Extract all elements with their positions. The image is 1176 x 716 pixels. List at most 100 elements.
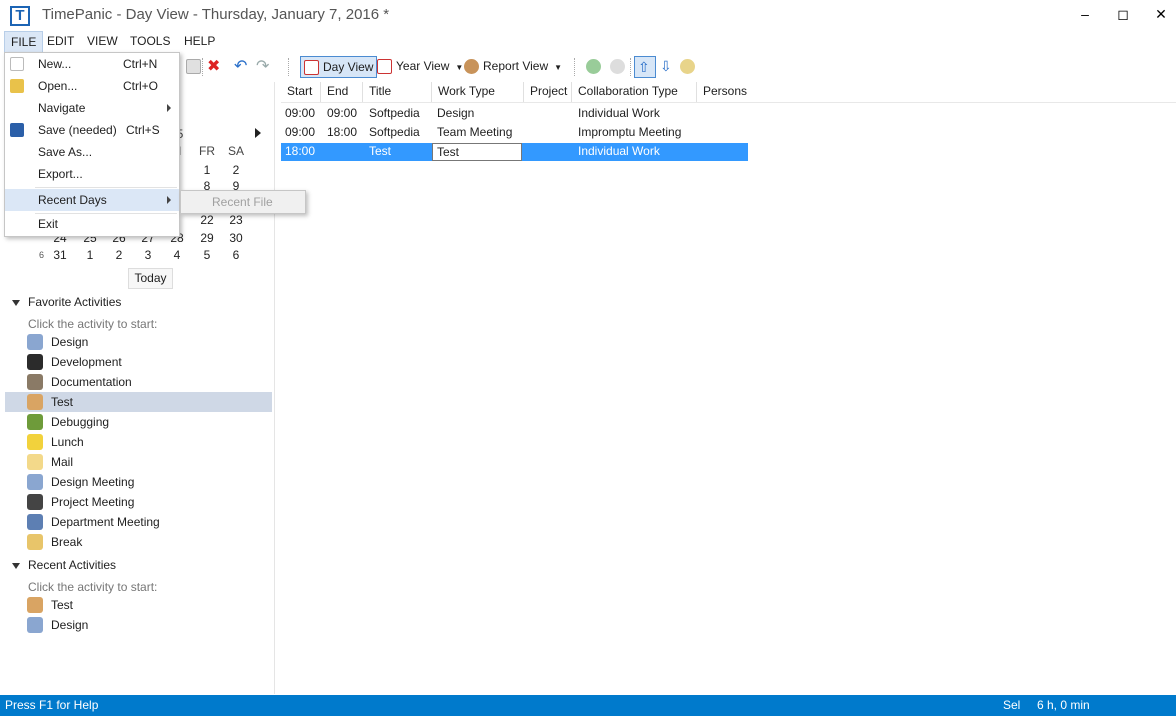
cell-start[interactable]: 09:00 xyxy=(281,104,315,123)
chevron-down-icon[interactable]: ▼ xyxy=(554,63,562,72)
cell-project[interactable] xyxy=(526,104,530,123)
column-header-project[interactable]: Project xyxy=(524,82,572,102)
calendar-day[interactable]: 6 xyxy=(222,248,250,262)
column-header-persons[interactable]: Persons xyxy=(697,82,777,102)
activity-label: Design xyxy=(51,618,89,632)
menu-view[interactable]: VIEW xyxy=(81,31,124,52)
column-header-start[interactable]: Start xyxy=(281,82,321,102)
day-view-button[interactable]: Day View xyxy=(300,56,378,78)
calendar-day[interactable]: 22 xyxy=(193,213,221,227)
submenu-arrow-icon xyxy=(167,104,171,112)
day-view-label: Day View xyxy=(323,60,374,74)
recent-file-item[interactable]: Recent File xyxy=(212,195,273,209)
activity-label: Lunch xyxy=(51,435,84,449)
favorite-activities-header[interactable]: Favorite Activities xyxy=(12,295,121,309)
cell-collaboration[interactable]: Individual Work xyxy=(574,142,660,161)
activity-test[interactable]: Test xyxy=(5,392,272,412)
activity-break[interactable]: Break xyxy=(5,532,272,552)
cell-start[interactable]: 09:00 xyxy=(281,123,315,142)
activity-design-meeting[interactable]: Design Meeting xyxy=(5,472,272,492)
calendar-day[interactable]: 2 xyxy=(105,248,133,262)
activity-mail[interactable]: Mail xyxy=(5,452,272,472)
app-icon: T xyxy=(10,6,30,26)
year-view-button[interactable]: Year View ▼ xyxy=(377,56,463,78)
split-icon[interactable] xyxy=(680,56,699,78)
cell-end[interactable]: 18:00 xyxy=(323,123,357,142)
recent-days-submenu: Recent File xyxy=(180,190,306,214)
calendar-day[interactable]: 31 xyxy=(46,248,74,262)
activity-design[interactable]: Design xyxy=(5,332,272,352)
menu-export[interactable]: Export... xyxy=(5,163,179,185)
menu-save-as[interactable]: Save As... xyxy=(5,141,179,163)
activity-debugging[interactable]: Debugging xyxy=(5,412,272,432)
calendar-day[interactable]: 1 xyxy=(76,248,104,262)
link-icon[interactable] xyxy=(610,56,629,78)
undo-icon[interactable]: ↶ xyxy=(234,56,253,78)
menu-save-shortcut: Ctrl+S xyxy=(126,123,160,137)
cell-collaboration[interactable]: Impromptu Meeting xyxy=(574,123,681,142)
add-activity-icon[interactable] xyxy=(586,56,605,78)
column-header-collaboration-type[interactable]: Collaboration Type xyxy=(572,82,697,102)
calendar-day[interactable]: 3 xyxy=(134,248,162,262)
cell-work-type[interactable]: Design xyxy=(433,104,474,123)
activity-department-meeting[interactable]: Department Meeting xyxy=(5,512,272,532)
menu-export-label: Export... xyxy=(38,167,83,181)
calendar-day[interactable]: 4 xyxy=(163,248,191,262)
menu-tools[interactable]: TOOLS xyxy=(124,31,176,52)
design-icon xyxy=(27,617,43,633)
status-mode: Sel xyxy=(1003,698,1021,712)
chevron-down-icon[interactable]: ▼ xyxy=(455,63,463,72)
report-view-button[interactable]: Report View ▼ xyxy=(464,56,562,78)
menu-new[interactable]: New... Ctrl+N xyxy=(5,53,179,75)
menu-navigate[interactable]: Navigate xyxy=(5,97,179,119)
activity-documentation[interactable]: Documentation xyxy=(5,372,272,392)
menu-edit[interactable]: EDIT xyxy=(41,31,80,52)
activity-lunch[interactable]: Lunch xyxy=(5,432,272,452)
collapse-triangle-icon xyxy=(12,562,20,569)
cell-start[interactable]: 18:00 xyxy=(281,142,315,161)
project-meeting-icon xyxy=(27,494,43,510)
favorites-hint: Click the activity to start: xyxy=(28,317,158,331)
work-type-edit-field[interactable]: Test xyxy=(432,143,522,161)
submenu-arrow-icon xyxy=(167,196,171,204)
cell-end[interactable]: 09:00 xyxy=(323,104,357,123)
cell-title[interactable]: Softpedia xyxy=(365,123,420,142)
calendar-day[interactable]: 30 xyxy=(222,231,250,245)
cell-collaboration[interactable]: Individual Work xyxy=(574,104,660,123)
calendar-day[interactable]: 1 xyxy=(193,163,221,177)
calendar-day[interactable]: 23 xyxy=(222,213,250,227)
menu-open[interactable]: Open... Ctrl+O xyxy=(5,75,179,97)
menu-exit[interactable]: Exit xyxy=(5,213,179,235)
activity-test[interactable]: Test xyxy=(5,595,272,615)
activity-development[interactable]: Development xyxy=(5,352,272,372)
activity-label: Mail xyxy=(51,455,74,469)
design-meeting-icon xyxy=(27,474,43,490)
menu-exit-label: Exit xyxy=(38,217,59,231)
menu-help[interactable]: HELP xyxy=(178,31,221,52)
activity-project-meeting[interactable]: Project Meeting xyxy=(5,492,272,512)
today-button[interactable]: Today xyxy=(128,268,173,289)
redo-icon[interactable]: ↷ xyxy=(256,56,275,78)
calendar-day[interactable]: 2 xyxy=(222,163,250,177)
status-total-time: 6 h, 0 min xyxy=(1037,698,1090,712)
menu-file[interactable]: FILE xyxy=(4,31,44,52)
move-down-icon[interactable]: ⇩ xyxy=(660,56,679,78)
menu-save[interactable]: Save (needed) Ctrl+S xyxy=(5,119,179,141)
calendar-day[interactable]: 29 xyxy=(193,231,221,245)
column-header-work-type[interactable]: Work Type xyxy=(432,82,524,102)
activity-design[interactable]: Design xyxy=(5,615,272,635)
close-button[interactable]: ✕ xyxy=(1138,0,1176,30)
delete-icon[interactable]: ✖ xyxy=(207,56,226,78)
column-header-end[interactable]: End xyxy=(321,82,363,102)
development-icon xyxy=(27,354,43,370)
cell-title[interactable]: Test xyxy=(365,142,391,161)
cell-title[interactable]: Softpedia xyxy=(365,104,420,123)
calendar-day[interactable]: 5 xyxy=(193,248,221,262)
cell-project[interactable] xyxy=(526,123,530,142)
move-up-icon[interactable]: ⇧ xyxy=(634,56,656,78)
cell-work-type[interactable]: Team Meeting xyxy=(433,123,512,142)
calendar-next-arrow-icon[interactable] xyxy=(255,128,261,138)
recent-activities-header[interactable]: Recent Activities xyxy=(12,558,116,572)
column-header-title[interactable]: Title xyxy=(363,82,432,102)
menu-recent-days[interactable]: Recent Days xyxy=(5,189,179,211)
